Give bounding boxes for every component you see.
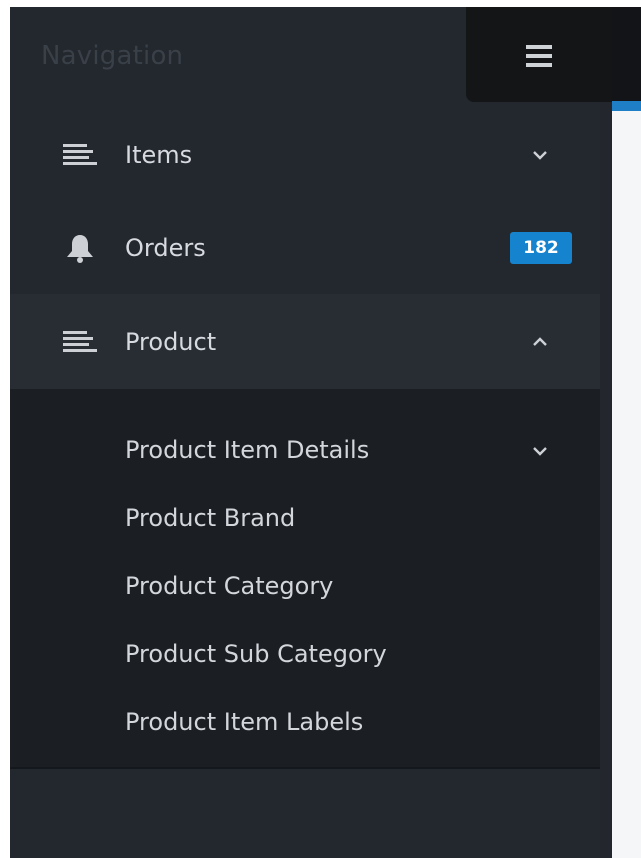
accent-stripe	[612, 101, 641, 111]
sidebar-title: Navigation	[41, 41, 184, 71]
submenu-item-product-item-details[interactable]: Product Item Details	[125, 436, 369, 464]
sidebar-item-label: Product	[125, 328, 217, 356]
top-header-bar	[612, 7, 641, 101]
chevron-up-icon	[533, 337, 547, 346]
bell-icon	[67, 235, 93, 263]
submenu-bottom-divider	[10, 767, 600, 769]
main-content-area	[612, 7, 641, 858]
submenu-item-product-brand[interactable]: Product Brand	[125, 504, 295, 532]
chevron-down-icon	[533, 151, 547, 160]
sidebar-item-orders[interactable]: Orders 182	[10, 200, 600, 295]
sidebar-item-label: Items	[125, 141, 193, 169]
product-submenu: Product Item Details Product Brand Produ…	[10, 389, 600, 767]
submenu-item-product-sub-category[interactable]: Product Sub Category	[125, 640, 387, 668]
sidebar-item-product[interactable]: Product	[10, 294, 600, 389]
sidebar-divider	[600, 7, 612, 858]
sidebar-item-items[interactable]: Items	[10, 107, 600, 202]
sidebar-toggle-button[interactable]	[466, 7, 612, 102]
list-lines-icon	[63, 144, 97, 165]
orders-count-badge: 182	[510, 232, 572, 264]
list-lines-icon	[63, 331, 97, 352]
sidebar: Navigation Items Orders 182 Product Prod…	[10, 7, 612, 858]
submenu-item-product-category[interactable]: Product Category	[125, 572, 333, 600]
sidebar-item-label: Orders	[125, 234, 206, 262]
submenu-item-product-item-labels[interactable]: Product Item Labels	[125, 708, 363, 736]
chevron-down-icon	[533, 447, 547, 456]
